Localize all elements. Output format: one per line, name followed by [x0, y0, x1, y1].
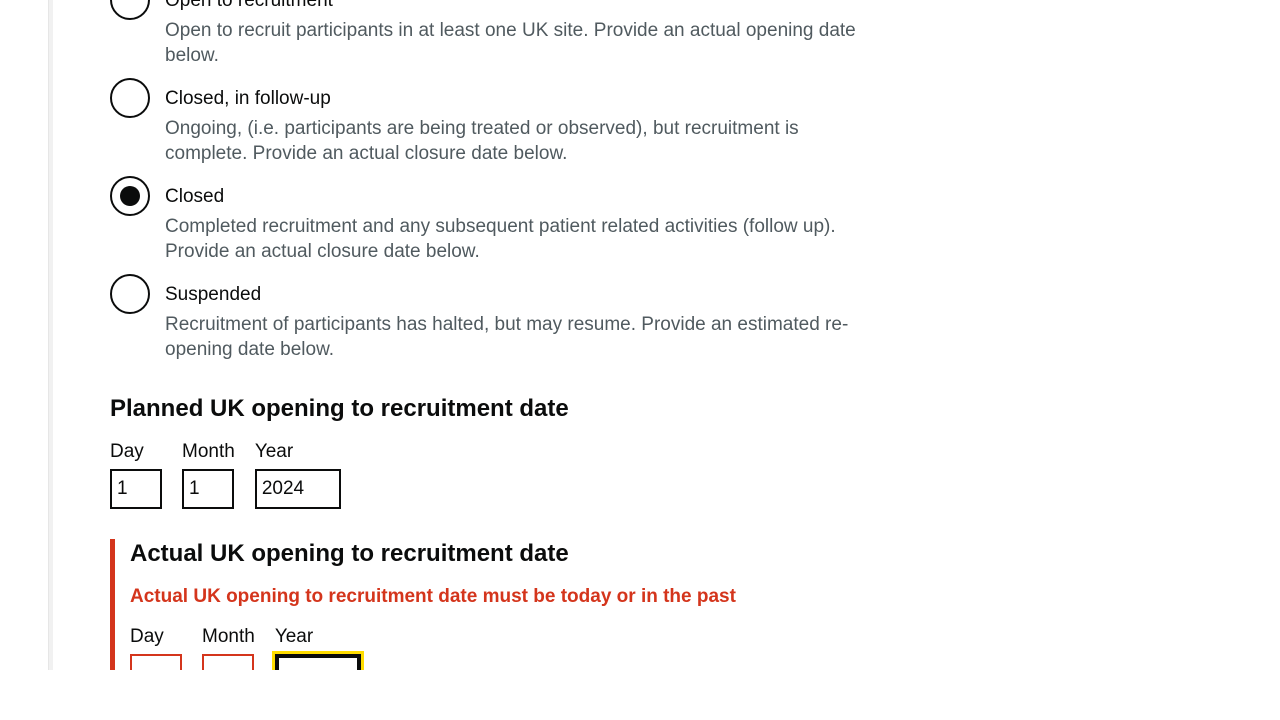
- day-label: Day: [130, 626, 164, 647]
- planned-year-input[interactable]: [254, 469, 341, 509]
- actual-day-field: Day: [130, 624, 182, 670]
- planned-day-input[interactable]: [110, 469, 162, 509]
- planned-month-field: Month: [182, 439, 235, 509]
- page-viewport: Open to recruitment Open to recruit part…: [0, 0, 1280, 670]
- radio-closed-in-follow-up[interactable]: Closed, in follow-up Ongoing, (i.e. part…: [110, 78, 870, 166]
- form-content: Open to recruitment Open to recruit part…: [110, 0, 870, 670]
- radio-label[interactable]: Closed, in follow-up: [165, 78, 870, 111]
- actual-month-field: Month: [202, 624, 255, 670]
- year-label: Year: [274, 626, 314, 647]
- radio-hint: Ongoing, (i.e. participants are being tr…: [165, 118, 799, 164]
- planned-year-field: Year: [254, 439, 341, 509]
- actual-month-input[interactable]: [202, 654, 254, 670]
- actual-year-input[interactable]: [271, 651, 364, 670]
- planned-date-fields: Day Month Year: [110, 439, 870, 509]
- actual-day-input[interactable]: [130, 654, 182, 670]
- month-label: Month: [182, 441, 235, 462]
- radio-button[interactable]: [110, 274, 150, 314]
- radio-closed[interactable]: Closed Completed recruitment and any sub…: [110, 176, 870, 264]
- error-message: Actual UK opening to recruitment date mu…: [130, 586, 736, 607]
- day-label: Day: [110, 441, 144, 462]
- year-label: Year: [254, 441, 294, 462]
- radio-suspended[interactable]: Suspended Recruitment of participants ha…: [110, 274, 870, 362]
- planned-month-input[interactable]: [182, 469, 234, 509]
- actual-date-fields: Day Month Year: [130, 624, 870, 670]
- page-left-border: [48, 0, 53, 670]
- radio-hint: Recruitment of participants has halted, …: [165, 314, 849, 360]
- planned-date-group: Planned UK opening to recruitment date D…: [110, 394, 870, 509]
- radio-hint: Open to recruit participants in at least…: [165, 20, 856, 66]
- actual-year-field: Year: [271, 624, 364, 670]
- radio-button[interactable]: [110, 78, 150, 118]
- planned-day-field: Day: [110, 439, 162, 509]
- radio-label[interactable]: Suspended: [165, 274, 870, 307]
- actual-date-group-error: Actual UK opening to recruitment date Ac…: [110, 539, 870, 670]
- radio-open-to-recruitment[interactable]: Open to recruitment Open to recruit part…: [110, 0, 870, 68]
- month-label: Month: [202, 626, 255, 647]
- radio-hint: Completed recruitment and any subsequent…: [165, 216, 836, 262]
- radio-button-selected[interactable]: [110, 176, 150, 216]
- planned-date-heading: Planned UK opening to recruitment date: [110, 395, 569, 422]
- radio-label[interactable]: Open to recruitment: [165, 0, 870, 13]
- actual-date-heading: Actual UK opening to recruitment date: [130, 540, 569, 567]
- radio-button[interactable]: [110, 0, 150, 20]
- radio-label[interactable]: Closed: [165, 176, 870, 209]
- status-radio-group: Open to recruitment Open to recruit part…: [110, 0, 870, 362]
